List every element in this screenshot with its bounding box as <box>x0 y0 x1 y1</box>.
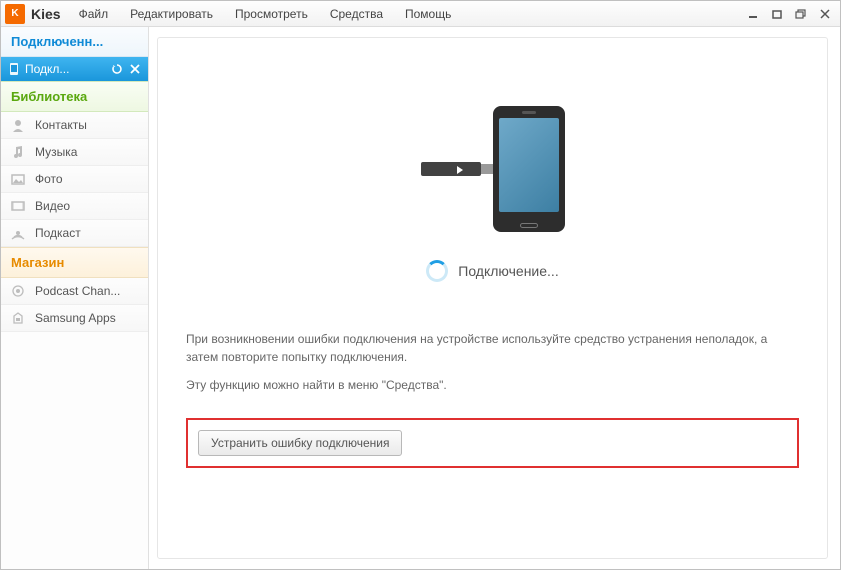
sidebar: Подключенн... Подкл... Библиотека Контак… <box>1 27 149 569</box>
help-line-2: Эту функцию можно найти в меню "Средства… <box>186 376 799 394</box>
menu-view[interactable]: Просмотреть <box>235 7 308 21</box>
menu-tools[interactable]: Средства <box>330 7 383 21</box>
sidebar-item-samsung-apps[interactable]: Samsung Apps <box>1 305 148 332</box>
phone-icon <box>493 106 565 232</box>
window-controls <box>746 7 832 21</box>
photo-icon <box>9 170 27 188</box>
sidebar-item-photo[interactable]: Фото <box>1 166 148 193</box>
sidebar-item-label: Подкаст <box>35 226 81 240</box>
podcast-icon <box>9 224 27 242</box>
connection-graphic <box>186 106 799 232</box>
minimize-button[interactable] <box>746 7 760 21</box>
status-text: Подключение... <box>458 263 558 279</box>
podcast-channel-icon <box>9 282 27 300</box>
usb-plug-icon <box>421 162 481 176</box>
device-icon <box>7 62 21 76</box>
sidebar-item-music[interactable]: Музыка <box>1 139 148 166</box>
samsung-apps-icon <box>9 309 27 327</box>
content-panel: Подключение... При возникновении ошибки … <box>157 37 828 559</box>
restore-button[interactable] <box>794 7 808 21</box>
sidebar-header-library: Библиотека <box>1 81 148 112</box>
titlebar: K Kies Файл Редактировать Просмотреть Ср… <box>1 1 840 27</box>
device-label: Подкл... <box>25 62 106 76</box>
app-title: Kies <box>31 6 61 22</box>
menubar: Файл Редактировать Просмотреть Средства … <box>79 7 746 21</box>
music-icon <box>9 143 27 161</box>
spinner-icon <box>426 260 448 282</box>
body: Подключенн... Подкл... Библиотека Контак… <box>1 27 840 569</box>
main-area: Подключение... При возникновении ошибки … <box>149 27 840 569</box>
status-row: Подключение... <box>186 260 799 282</box>
app-window: K Kies Файл Редактировать Просмотреть Ср… <box>0 0 841 570</box>
help-line-1: При возникновении ошибки подключения на … <box>186 330 799 366</box>
close-button[interactable] <box>818 7 832 21</box>
app-icon: K <box>5 4 25 24</box>
sidebar-item-label: Контакты <box>35 118 87 132</box>
sidebar-item-label: Фото <box>35 172 63 186</box>
menu-edit[interactable]: Редактировать <box>130 7 213 21</box>
video-icon <box>9 197 27 215</box>
sidebar-item-label: Podcast Chan... <box>35 284 120 298</box>
contacts-icon <box>9 116 27 134</box>
sidebar-item-label: Музыка <box>35 145 77 159</box>
sidebar-item-label: Samsung Apps <box>35 311 116 325</box>
sidebar-header-store: Магазин <box>1 247 148 278</box>
sidebar-item-podcast-channel[interactable]: Podcast Chan... <box>1 278 148 305</box>
sidebar-header-connected: Подключенн... <box>1 27 148 57</box>
menu-help[interactable]: Помощь <box>405 7 451 21</box>
refresh-icon[interactable] <box>110 62 124 76</box>
disconnect-icon[interactable] <box>128 62 142 76</box>
maximize-button[interactable] <box>770 7 784 21</box>
fix-button-highlight: Устранить ошибку подключения <box>186 418 799 468</box>
fix-connection-button[interactable]: Устранить ошибку подключения <box>198 430 402 456</box>
sidebar-item-podcast[interactable]: Подкаст <box>1 220 148 247</box>
menu-file[interactable]: Файл <box>79 7 109 21</box>
sidebar-item-label: Видео <box>35 199 70 213</box>
sidebar-device-row[interactable]: Подкл... <box>1 57 148 81</box>
help-text-block: При возникновении ошибки подключения на … <box>186 330 799 404</box>
sidebar-item-video[interactable]: Видео <box>1 193 148 220</box>
sidebar-item-contacts[interactable]: Контакты <box>1 112 148 139</box>
